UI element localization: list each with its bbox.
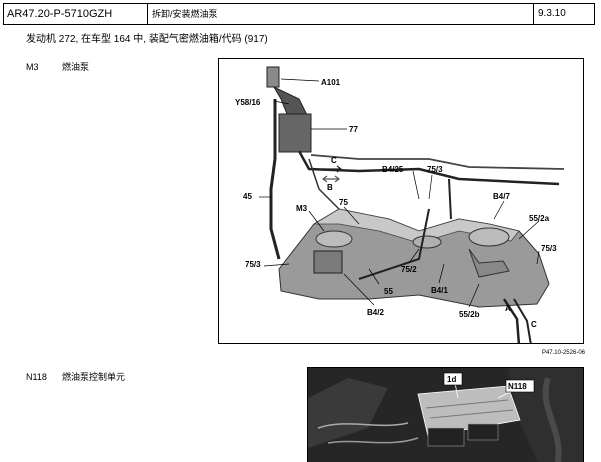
callout-b: B	[327, 183, 333, 192]
section-control-unit: N118 燃油泵控制单元	[26, 370, 125, 383]
document-header: AR47.20-P-5710GZH 拆卸/安装燃油泵 9.3.10	[3, 3, 595, 25]
section-label: 燃油泵	[62, 62, 90, 72]
page-ref: 9.3.10	[538, 8, 566, 19]
callout-a: A	[505, 304, 511, 313]
callout-75: 75	[339, 198, 348, 207]
callout-45: 45	[243, 192, 252, 201]
doc-code: AR47.20-P-5710GZH	[4, 4, 148, 24]
control-unit-photo: 1d N118	[307, 367, 584, 462]
callout-n118: N118	[508, 382, 527, 391]
doc-title: 拆卸/安装燃油泵	[148, 4, 534, 24]
callout-b4-2: B4/2	[367, 308, 384, 317]
fuel-tank-figure: A101 Y58/16 77 C B B4/25 75/3 B4/7 45 M3…	[218, 58, 584, 344]
callout-b4-7: B4/7	[493, 192, 510, 201]
control-unit-drawing: 1d N118	[308, 368, 583, 462]
callout-c: C	[331, 156, 337, 165]
callout-55: 55	[384, 287, 393, 296]
callout-b4-25: B4/25	[382, 165, 404, 174]
callout-m3: M3	[296, 204, 308, 213]
callout-75-2: 75/2	[401, 265, 417, 274]
callout-77: 77	[349, 125, 358, 134]
section-code: M3	[26, 62, 39, 72]
subtitle: 发动机 272, 在车型 164 中, 装配气密燃油箱/代码 (917)	[26, 34, 268, 45]
callout-y58-16: Y58/16	[235, 98, 261, 107]
callout-a101: A101	[321, 78, 341, 87]
callout-55-2a: 55/2a	[529, 214, 550, 223]
callout-75-3-top: 75/3	[427, 165, 443, 174]
section-fuel-pump: M3 燃油泵	[26, 60, 89, 73]
callout-1d: 1d	[447, 375, 456, 384]
figure-code: P47.10-2526-06	[541, 350, 585, 356]
section-label: 燃油泵控制单元	[62, 372, 126, 382]
callout-55-2b: 55/2b	[459, 310, 480, 319]
callout-75-3-left: 75/3	[245, 260, 261, 269]
callout-b4-1: B4/1	[431, 286, 448, 295]
callout-75-3-right: 75/3	[541, 244, 557, 253]
section-code: N118	[26, 372, 47, 382]
callout-c-bottom: C	[531, 320, 537, 329]
fuel-tank-drawing: A101 Y58/16 77 C B B4/25 75/3 B4/7 45 M3…	[235, 66, 565, 343]
